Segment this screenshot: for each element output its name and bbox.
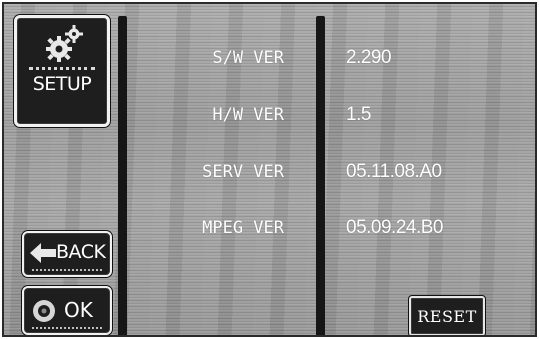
setup-label: SETUP <box>32 73 92 95</box>
back-label: BACK <box>56 241 106 263</box>
serv-version-value: 05.11.08.A0 <box>346 161 442 182</box>
hw-version-value: 1.5 <box>346 104 371 125</box>
setup-dotted-rule <box>29 67 95 70</box>
version-info-screen: SETUP BACK OK S/W VER 2.290 H/W VER 1.5 … <box>2 2 537 337</box>
setup-button[interactable]: SETUP <box>14 15 110 127</box>
left-arrow-icon <box>30 243 56 267</box>
reset-label: RESET <box>417 307 477 326</box>
sw-version-value: 2.290 <box>346 47 392 68</box>
back-button[interactable]: BACK <box>22 231 112 277</box>
hw-version-label: H/W VER <box>212 105 284 125</box>
serv-version-label: SERV VER <box>202 162 284 182</box>
gears-icon <box>44 24 84 68</box>
ok-dotted-rule <box>32 327 102 329</box>
back-dotted-rule <box>32 269 102 271</box>
right-divider <box>316 16 325 335</box>
mpeg-version-label: MPEG VER <box>202 218 284 238</box>
sw-version-label: S/W VER <box>212 48 284 68</box>
reset-button[interactable]: RESET <box>409 296 485 335</box>
disc-icon <box>31 298 57 328</box>
ok-button[interactable]: OK <box>22 286 112 335</box>
mpeg-version-value: 05.09.24.B0 <box>346 217 443 238</box>
ok-label: OK <box>64 298 93 322</box>
